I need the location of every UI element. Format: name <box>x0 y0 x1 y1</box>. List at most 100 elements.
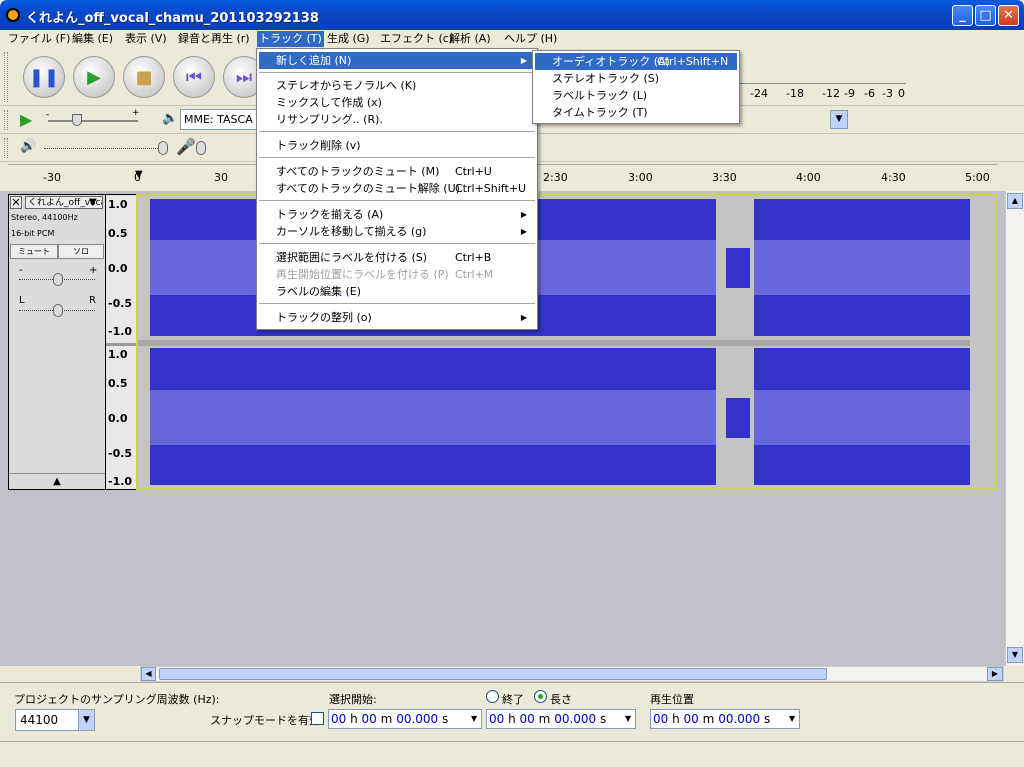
waveform-gap-peak-right <box>726 398 750 438</box>
ruler-tick: 3:00 <box>628 171 653 184</box>
menu-transport[interactable]: 録音と再生 (r) <box>176 31 252 47</box>
minimize-button[interactable]: _ <box>952 5 973 26</box>
stop-button[interactable]: ■ <box>123 56 165 98</box>
stop-icon: ■ <box>135 67 153 88</box>
menu-sort-tracks[interactable]: トラックの整列 (o) ▶ <box>259 309 535 326</box>
ruler-tick: 30 <box>214 171 228 184</box>
unit-h: h <box>350 712 358 726</box>
amplitude-axis: 1.0 0.5 0.0 -0.5 -1.0 1.0 0.5 0.0 -0.5 -… <box>106 194 136 490</box>
collapse-track-button[interactable]: ▲ <box>9 473 105 489</box>
time-format-arrow-icon[interactable]: ▼ <box>789 710 799 728</box>
menu-new-stereo-track[interactable]: ステレオトラック (S) <box>535 70 737 87</box>
menu-file[interactable]: ファイル (F) <box>6 31 72 47</box>
play-button[interactable]: ▶ <box>73 56 115 98</box>
menu-new[interactable]: 新しく追加 (N) ▶ <box>259 52 535 69</box>
collapse-arrow-icon: ▲ <box>53 476 61 487</box>
speed-slider[interactable] <box>48 120 138 122</box>
y-label: 0.0 <box>108 262 128 275</box>
ruler-tick: 4:00 <box>796 171 821 184</box>
solo-button[interactable]: ソロ <box>58 244 104 259</box>
input-device-dropdown-arrow[interactable]: ▼ <box>830 110 848 129</box>
menu-stereo-to-mono[interactable]: ステレオからモノラルへ (K) <box>259 77 535 94</box>
skip-start-button[interactable]: ⏮ <box>173 56 215 98</box>
menu-unmute-all[interactable]: すべてのトラックのミュート解除 (U) Ctrl+Shift+U <box>259 180 535 197</box>
gain-slider-thumb[interactable] <box>53 273 63 286</box>
menu-tracks[interactable]: トラック (T) <box>257 31 324 47</box>
y-label: -1.0 <box>108 325 133 338</box>
menu-new-label-track[interactable]: ラベルトラック (L) <box>535 87 737 104</box>
menu-edit-labels[interactable]: ラベルの編集 (E) <box>259 283 535 300</box>
selection-length-time[interactable]: 00 h 00 m 00.000 s ▼ <box>486 709 636 729</box>
track-info-format: 16-bit PCM <box>11 229 55 238</box>
output-device-select[interactable]: MME: TASCA <box>180 109 258 130</box>
y-label: 0.5 <box>108 377 128 390</box>
scroll-thumb[interactable] <box>159 668 827 680</box>
menu-edit[interactable]: 編集 (E) <box>70 31 115 47</box>
time-format-arrow-icon[interactable]: ▼ <box>625 710 635 728</box>
menu-item-label: 新しく追加 (N) <box>276 54 352 67</box>
menu-item-label: カーソルを移動して揃える (g) <box>276 225 427 238</box>
close-button[interactable]: ✕ <box>998 5 1019 26</box>
output-volume-thumb[interactable] <box>158 141 168 155</box>
pan-right-label: R <box>89 295 96 306</box>
toolbar-grip[interactable] <box>4 52 8 102</box>
scroll-up-button[interactable]: ▲ <box>1007 193 1023 209</box>
scroll-left-button[interactable]: ◀ <box>141 667 156 681</box>
submenu-arrow-icon: ▶ <box>520 210 527 219</box>
length-radio[interactable] <box>534 690 547 703</box>
toolbar-grip[interactable] <box>4 138 8 158</box>
menu-remove-tracks[interactable]: トラック削除 (v) <box>259 137 535 154</box>
play-at-speed-icon[interactable]: ▶ <box>20 110 32 129</box>
menu-new-audio-track[interactable]: オーディオトラック (A) Ctrl+Shift+N <box>535 53 737 70</box>
time-format-arrow-icon[interactable]: ▼ <box>471 710 481 728</box>
end-radio[interactable] <box>486 690 499 703</box>
menu-move-and-align[interactable]: カーソルを移動して揃える (g) ▶ <box>259 223 535 240</box>
speed-slider-thumb[interactable] <box>72 114 82 126</box>
menu-help[interactable]: ヘルプ (H) <box>502 31 559 47</box>
menu-mix-and-render[interactable]: ミックスして作成 (x) <box>259 94 535 111</box>
maximize-button[interactable]: □ <box>975 5 996 26</box>
menu-item-label: すべてのトラックのミュート解除 (U) <box>276 182 460 195</box>
scroll-right-button[interactable]: ▶ <box>987 667 1003 681</box>
menu-add-label-selection[interactable]: 選択範囲にラベルを付ける (S) Ctrl+B <box>259 249 535 266</box>
unit-h: h <box>672 712 680 726</box>
meter-tick: -9 <box>844 87 855 100</box>
menu-resample[interactable]: リサンプリング.. (R). <box>259 111 535 128</box>
playhead-marker-icon[interactable]: ▼ <box>135 169 143 180</box>
menu-effect[interactable]: エフェクト (c) <box>378 31 455 47</box>
project-rate-dropdown-arrow[interactable]: ▼ <box>78 710 94 730</box>
mute-button[interactable]: ミュート <box>10 244 58 259</box>
snap-mode-checkbox[interactable] <box>311 712 324 725</box>
menu-item-label: ラベルの編集 (E) <box>276 285 362 298</box>
selection-toolbar: プロジェクトのサンプリング周波数 (Hz): 44100 ▼ スナップモードを有… <box>0 682 1024 767</box>
vertical-scrollbar[interactable]: ▲ ▼ <box>1005 191 1024 666</box>
track-control-panel[interactable]: ✕ くれよん_off_vocal ▼ Stereo, 44100Hz 16-bi… <box>8 194 106 490</box>
play-position-time[interactable]: 00 h 00 m 00.000 s ▼ <box>650 709 800 729</box>
pan-slider-thumb[interactable] <box>53 304 63 317</box>
menu-align-tracks[interactable]: トラックを揃える (A) ▶ <box>259 206 535 223</box>
menu-item-label: トラックを揃える (A) <box>276 208 384 221</box>
menu-generate[interactable]: 生成 (G) <box>325 31 372 47</box>
window-title: くれよん_off_vocal_chamu_201103292138 <box>26 11 319 26</box>
play-position-label: 再生位置 <box>650 693 694 706</box>
menu-mute-all[interactable]: すべてのトラックのミュート (M) Ctrl+U <box>259 163 535 180</box>
selection-start-time[interactable]: 00 h 00 m 00.000 s ▼ <box>328 709 482 729</box>
horizontal-scrollbar[interactable]: ◀ ▶ <box>140 666 1004 682</box>
menu-item-label: ステレオからモノラルへ (K) <box>276 79 417 92</box>
minutes: 00 <box>683 712 699 726</box>
track-menu-arrow-icon[interactable]: ▼ <box>89 197 97 208</box>
output-volume-slider[interactable] <box>44 148 164 149</box>
speed-slider-max: + <box>132 108 140 118</box>
toolbar-grip[interactable] <box>4 110 8 130</box>
y-label: 1.0 <box>108 198 128 211</box>
pause-button[interactable]: ❚❚ <box>23 56 65 98</box>
input-volume-thumb[interactable] <box>196 141 206 155</box>
hours: 00 <box>331 712 347 726</box>
menu-view[interactable]: 表示 (V) <box>123 31 169 47</box>
tracks-dropdown-menu: 新しく追加 (N) ▶ ステレオからモノラルへ (K) ミックスして作成 (x) … <box>256 48 538 330</box>
level-meter[interactable]: -24 -18 -12 -9 -6 -3 0 <box>740 52 910 102</box>
menu-analyze[interactable]: 解析 (A) <box>447 31 493 47</box>
menu-new-time-track[interactable]: タイムトラック (T) <box>535 104 737 121</box>
track-close-button[interactable]: ✕ <box>10 196 22 209</box>
scroll-down-button[interactable]: ▼ <box>1007 647 1023 663</box>
